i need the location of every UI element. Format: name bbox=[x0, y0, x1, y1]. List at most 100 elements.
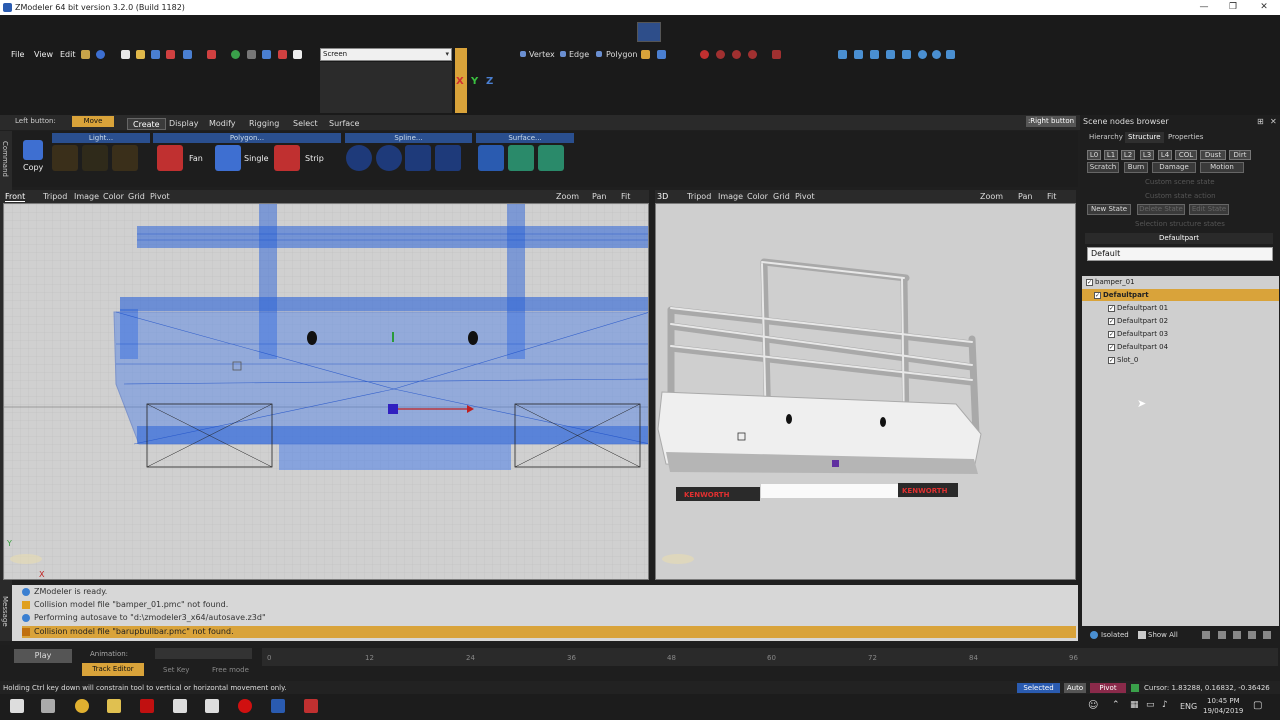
tab-modify[interactable]: Modify bbox=[204, 118, 241, 130]
checkbox-icon[interactable]: ✓ bbox=[1094, 291, 1101, 299]
front-tripod[interactable]: Tripod bbox=[43, 192, 67, 201]
tab-properties[interactable]: Properties bbox=[1165, 132, 1206, 143]
object-mode-icon[interactable] bbox=[641, 50, 650, 59]
network-icon[interactable]: ▦ bbox=[1130, 700, 1139, 710]
view-icon-1[interactable] bbox=[838, 50, 847, 59]
edge-mode-button[interactable]: Edge bbox=[569, 50, 589, 59]
task-view-icon[interactable] bbox=[41, 699, 55, 713]
arrow-icon[interactable] bbox=[278, 50, 287, 59]
motion-dropdown[interactable]: Motion bbox=[1200, 162, 1244, 173]
stop-icon[interactable] bbox=[247, 50, 256, 59]
front-fit[interactable]: Fit bbox=[621, 192, 630, 201]
panel-close-icon[interactable]: ✕ bbox=[1270, 117, 1277, 126]
delete-icon[interactable] bbox=[293, 50, 302, 59]
3d-viewport[interactable]: KENWORTH KENWORTH bbox=[655, 203, 1076, 580]
save-icon[interactable] bbox=[151, 50, 160, 59]
strip-label[interactable]: Strip bbox=[305, 154, 324, 163]
checkbox-icon[interactable]: ✓ bbox=[1108, 317, 1115, 325]
front-color[interactable]: Color bbox=[103, 192, 124, 201]
left-button-move[interactable]: Move bbox=[72, 116, 114, 127]
tree-node-selected[interactable]: ✓ Defaultpart bbox=[1082, 289, 1279, 301]
view-icon-5[interactable] bbox=[902, 50, 911, 59]
animation-select[interactable] bbox=[155, 648, 252, 659]
tab-select[interactable]: Select bbox=[288, 118, 323, 130]
tab-surface[interactable]: Surface bbox=[324, 118, 364, 130]
vertex-mode-button[interactable]: Vertex bbox=[529, 50, 555, 59]
store-icon[interactable] bbox=[205, 699, 219, 713]
lod-col[interactable]: COL bbox=[1175, 150, 1197, 160]
tab-structure[interactable]: Structure bbox=[1125, 132, 1164, 143]
part-name-field[interactable]: Default bbox=[1087, 247, 1273, 261]
burn-button[interactable]: Burn bbox=[1124, 162, 1148, 173]
lod-l4[interactable]: L4 bbox=[1158, 150, 1172, 160]
axis-y-toggle[interactable]: Y bbox=[471, 76, 478, 87]
view-icon-4[interactable] bbox=[886, 50, 895, 59]
view-icon-2[interactable] bbox=[854, 50, 863, 59]
language-indicator[interactable]: ENG bbox=[1180, 702, 1197, 711]
front-pan[interactable]: Pan bbox=[592, 192, 606, 201]
checkbox-icon[interactable]: ✓ bbox=[1108, 330, 1115, 338]
3d-pivot[interactable]: Pivot bbox=[795, 192, 815, 201]
undo-icon[interactable] bbox=[183, 50, 192, 59]
tab-display[interactable]: Display bbox=[164, 118, 204, 130]
tab-hierarchy[interactable]: Hierarchy bbox=[1086, 132, 1126, 143]
spline-arc-icon[interactable] bbox=[346, 145, 372, 171]
3d-pan[interactable]: Pan bbox=[1018, 192, 1032, 201]
selected-badge[interactable]: Selected bbox=[1017, 683, 1060, 693]
tree-node[interactable]: ✓ Defaultpart 02 bbox=[1082, 315, 1279, 327]
clock-date[interactable]: 19/04/2019 bbox=[1203, 707, 1243, 715]
surface-loft-icon[interactable] bbox=[538, 145, 564, 171]
surface-grid-icon[interactable] bbox=[478, 145, 504, 171]
polygon-strip-icon[interactable] bbox=[274, 145, 300, 171]
redo-icon[interactable] bbox=[207, 50, 216, 59]
menu-file[interactable]: File bbox=[11, 50, 24, 59]
3d-tripod[interactable]: Tripod bbox=[687, 192, 711, 201]
lod-dirt[interactable]: Dirt bbox=[1229, 150, 1251, 160]
windows-start-icon[interactable] bbox=[10, 699, 24, 713]
chrome-icon[interactable] bbox=[75, 699, 89, 713]
scratch-button[interactable]: Scratch bbox=[1087, 162, 1119, 173]
checkbox-icon[interactable]: ✓ bbox=[1108, 356, 1115, 364]
panel-pin-icon[interactable]: ⊞ bbox=[1257, 117, 1264, 126]
checkbox-icon[interactable]: ✓ bbox=[1086, 278, 1093, 286]
snap-grid-icon[interactable] bbox=[748, 50, 757, 59]
chevron-up-icon[interactable]: ⌃ bbox=[1112, 700, 1120, 710]
light-spot-icon[interactable] bbox=[52, 145, 78, 171]
tree-tool-icon-3[interactable] bbox=[1233, 631, 1241, 639]
snap-vertex-icon[interactable] bbox=[716, 50, 725, 59]
menu-edit[interactable]: Edit bbox=[60, 50, 76, 59]
light-direct-icon[interactable] bbox=[112, 145, 138, 171]
loop-icon[interactable] bbox=[262, 50, 271, 59]
snap-edge-icon[interactable] bbox=[732, 50, 741, 59]
isolated-toggle[interactable]: Isolated bbox=[1101, 631, 1129, 639]
layout-toggle-button[interactable] bbox=[637, 22, 661, 42]
netflix-icon[interactable] bbox=[140, 699, 154, 713]
tree-tool-icon-4[interactable] bbox=[1248, 631, 1256, 639]
snap-icon[interactable] bbox=[700, 50, 709, 59]
snap-options-icon[interactable] bbox=[772, 50, 781, 59]
notification-icon[interactable]: ▢ bbox=[1253, 700, 1262, 711]
file-explorer-icon[interactable] bbox=[107, 699, 121, 713]
front-viewport[interactable]: Y X bbox=[3, 203, 649, 580]
axis-z-toggle[interactable]: Z bbox=[486, 76, 493, 87]
3d-image[interactable]: Image bbox=[718, 192, 743, 201]
polygon-single-icon[interactable] bbox=[215, 145, 241, 171]
coordinate-system-select[interactable]: Screen ▾ bbox=[320, 48, 452, 61]
record-icon[interactable] bbox=[238, 699, 252, 713]
right-button-label[interactable]: :Right button bbox=[1026, 116, 1076, 127]
view-icon-7[interactable] bbox=[932, 50, 941, 59]
front-zoom[interactable]: Zoom bbox=[556, 192, 579, 201]
play-button[interactable]: Play bbox=[14, 649, 72, 663]
checkbox-icon[interactable]: ✓ bbox=[1108, 304, 1115, 312]
lod-l0[interactable]: L0 bbox=[1087, 150, 1101, 160]
tree-node[interactable]: ✓ bamper_01 bbox=[1082, 276, 1279, 288]
show-all-button[interactable]: Show All bbox=[1148, 631, 1178, 639]
minimize-button[interactable]: — bbox=[1188, 0, 1220, 15]
view-icon-6[interactable] bbox=[918, 50, 927, 59]
pivot-badge[interactable]: Pivot bbox=[1090, 683, 1126, 693]
view-icon-8[interactable] bbox=[946, 50, 955, 59]
copy-tool[interactable]: Copy bbox=[19, 138, 47, 176]
lod-l2[interactable]: L2 bbox=[1121, 150, 1135, 160]
lod-l3[interactable]: L3 bbox=[1140, 150, 1154, 160]
menu-view[interactable]: View bbox=[34, 50, 53, 59]
